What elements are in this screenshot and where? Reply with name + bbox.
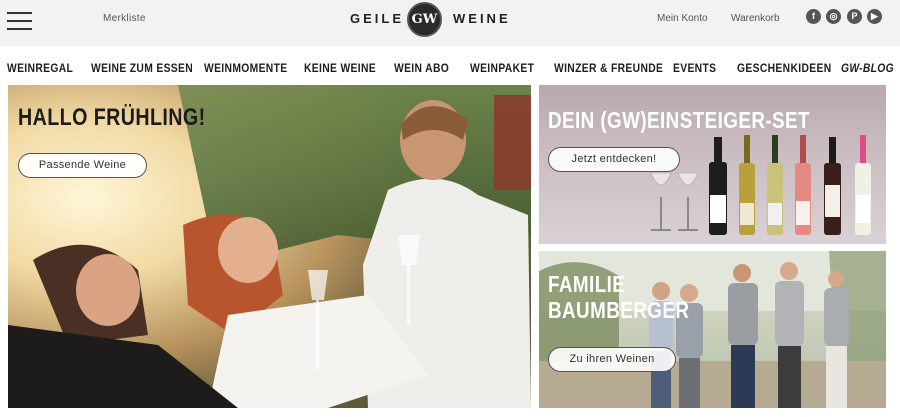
hero-cta-button[interactable]: Passende Weine (18, 153, 147, 178)
nav-item-geschenkideen[interactable]: GESCHENKIDEEN (737, 61, 832, 75)
main-navigation: WEINREGAL WEINE ZUM ESSEN WEINMOMENTE KE… (0, 54, 900, 84)
promo-family-title-line2: BAUMBERGER (548, 297, 690, 323)
promo-family-title-line1: FAMILIE (548, 271, 626, 297)
promo-card-family[interactable]: FAMILIE BAUMBERGER Zu ihren Weinen (539, 251, 886, 408)
youtube-icon[interactable]: ▶ (867, 9, 882, 24)
hero-title: HALLO FRÜHLING! (18, 104, 206, 131)
nav-item-gw-blog[interactable]: GW-BLOG (841, 61, 894, 75)
nav-item-weinpaket[interactable]: WEINPAKET (470, 61, 534, 75)
promo-set-title: DEIN (GW)EINSTEIGER-SET (548, 107, 810, 133)
pinterest-icon[interactable]: P (847, 9, 862, 24)
nav-item-weinmomente[interactable]: WEINMOMENTE (204, 61, 287, 75)
facebook-icon[interactable]: f (806, 9, 821, 24)
nav-item-wein-abo[interactable]: WEIN ABO (394, 61, 449, 75)
account-link[interactable]: Mein Konto (657, 13, 708, 24)
nav-item-events[interactable]: EVENTS (673, 61, 716, 75)
promo-card-starter-set[interactable]: DEIN (GW)EINSTEIGER-SET Jetzt entdecken! (539, 85, 886, 244)
logo-text-right[interactable]: WEINE (453, 11, 511, 26)
cart-link[interactable]: Warenkorb (731, 13, 780, 24)
nav-item-weine-zum-essen[interactable]: WEINE ZUM ESSEN (91, 61, 193, 75)
top-header: Merkliste GEILE GW WEINE Mein Konto Ware… (0, 0, 900, 46)
wishlist-link[interactable]: Merkliste (103, 13, 146, 24)
nav-item-winzer-freunde[interactable]: WINZER & FREUNDE (554, 61, 663, 75)
hero-photo (8, 85, 531, 408)
promo-set-button[interactable]: Jetzt entdecken! (548, 147, 680, 172)
nav-item-keine-weine[interactable]: KEINE WEINE (304, 61, 376, 75)
hero-banner[interactable]: HALLO FRÜHLING! Passende Weine (8, 85, 531, 408)
logo-text-left[interactable]: GEILE (350, 11, 404, 26)
promo-family-title: FAMILIE BAUMBERGER (548, 271, 689, 323)
promo-family-button[interactable]: Zu ihren Weinen (548, 347, 676, 372)
hamburger-menu-icon[interactable] (7, 12, 32, 30)
nav-item-weinregal[interactable]: WEINREGAL (7, 61, 73, 75)
logo-badge-icon[interactable]: GW (407, 2, 442, 37)
instagram-icon[interactable]: ◎ (826, 9, 841, 24)
